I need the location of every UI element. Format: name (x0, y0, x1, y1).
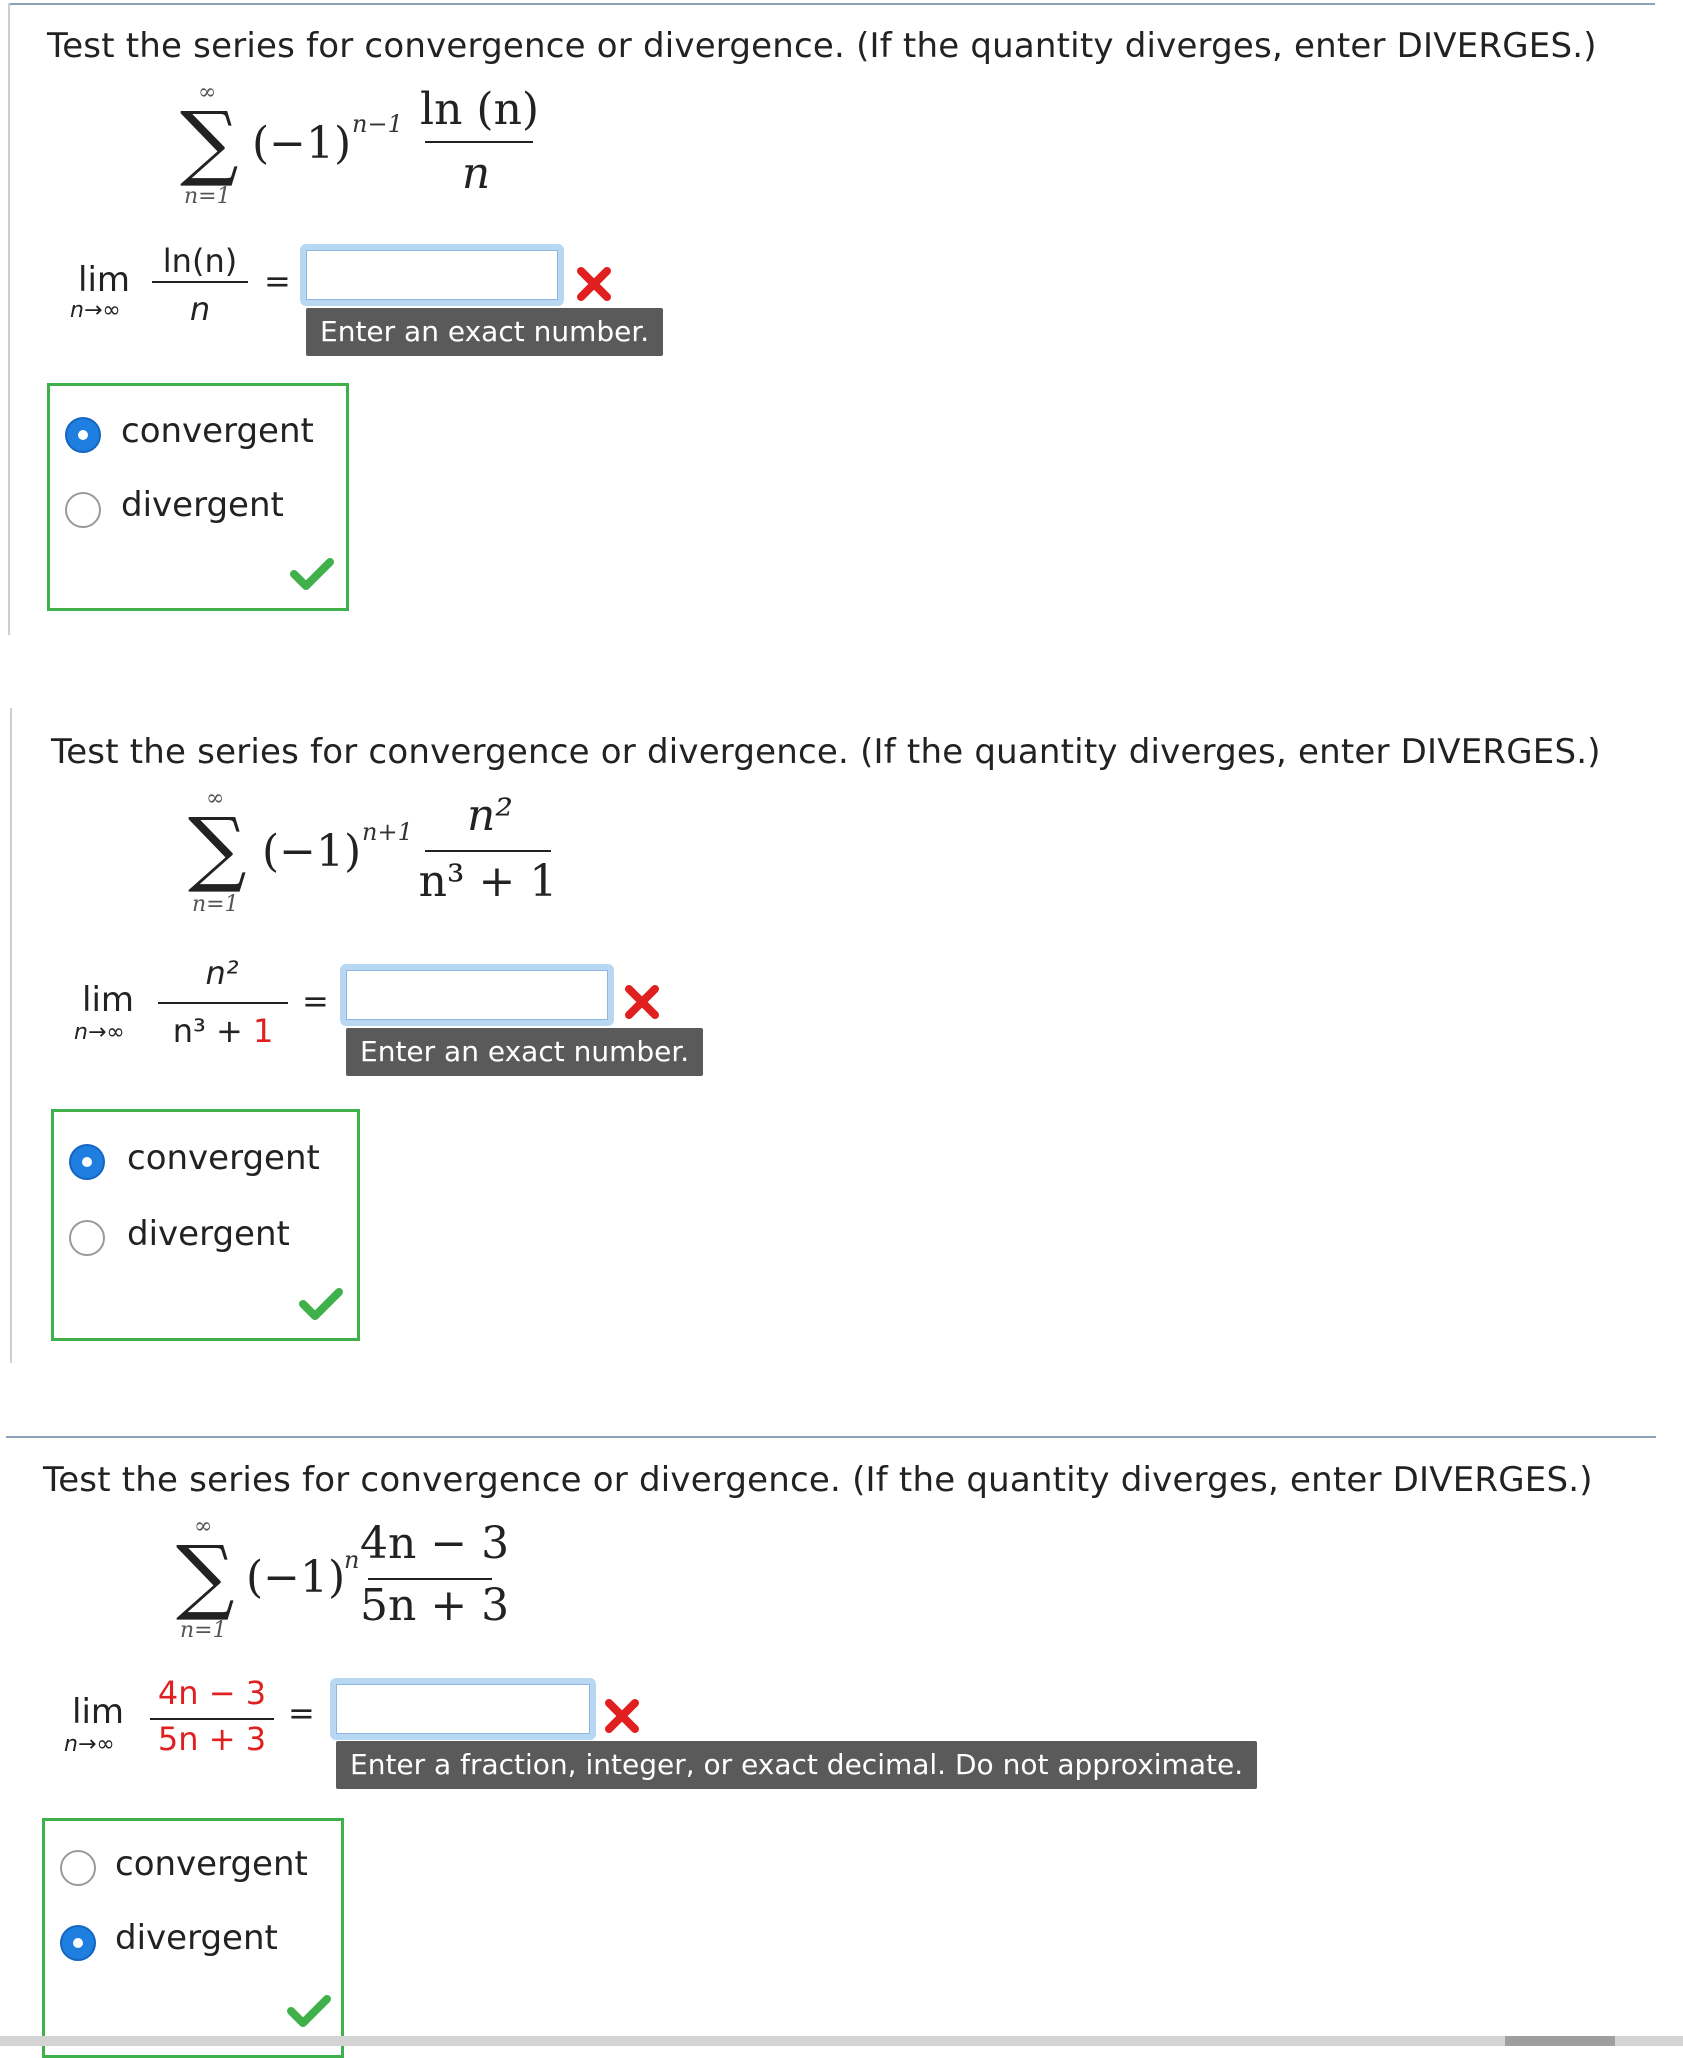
option-label-divergent: divergent (121, 485, 284, 525)
green-check-icon (287, 1995, 331, 2027)
choice-box: convergent divergent (47, 383, 349, 611)
radio-convergent[interactable] (69, 1144, 105, 1180)
sign-exponent: n−1 (352, 110, 403, 138)
radio-divergent[interactable] (69, 1220, 105, 1256)
sigma-symbol: ∑ (188, 801, 247, 896)
limit-word: lim (72, 1692, 125, 1732)
term-numerator: ln (n) (420, 84, 540, 135)
radio-divergent[interactable] (65, 492, 101, 528)
option-label-divergent: divergent (115, 1918, 278, 1958)
limit-subscript: n→∞ (70, 298, 121, 323)
sum-upper-limit: ∞ (206, 786, 225, 811)
limit-numerator: ln(n) (162, 242, 238, 280)
scrollbar-thumb[interactable] (1505, 2036, 1615, 2046)
sign-exponent: n+1 (362, 818, 413, 846)
limit-subscript: n→∞ (74, 1020, 125, 1045)
sign-base: (−1) (252, 118, 352, 169)
option-label-divergent: divergent (127, 1214, 290, 1254)
limit-answer-input[interactable] (300, 244, 564, 306)
limit-denominator-highlight: 1 (252, 1012, 274, 1050)
limit-answer-input[interactable] (330, 1678, 596, 1740)
option-label-convergent: convergent (127, 1138, 320, 1178)
term-denominator: 5n + 3 (360, 1580, 510, 1631)
sign-base: (−1) (262, 826, 362, 877)
left-border-problem-2 (10, 708, 12, 1363)
sum-lower-limit: n=1 (192, 892, 239, 917)
limit-answer-input[interactable] (340, 964, 614, 1026)
radio-convergent[interactable] (60, 1850, 96, 1886)
sign-base: (−1) (246, 1552, 346, 1603)
answer-hint: Enter a fraction, integer, or exact deci… (336, 1741, 1258, 1789)
limit-denominator: n (189, 290, 211, 328)
horizontal-scrollbar[interactable] (0, 2036, 1683, 2046)
problem-prompt: Test the series for convergence or diver… (47, 26, 1597, 66)
limit-numerator: n² (205, 954, 239, 992)
red-x-icon (625, 985, 659, 1019)
term-denominator: n (461, 148, 491, 199)
sum-upper-limit: ∞ (194, 1514, 213, 1539)
problem-prompt: Test the series for convergence or diver… (43, 1460, 1593, 1500)
term-denominator: n³ + 1 (418, 856, 558, 907)
radio-convergent[interactable] (65, 417, 101, 453)
choice-box: convergent divergent (42, 1818, 344, 2058)
sum-lower-limit: n=1 (184, 184, 231, 209)
radio-divergent[interactable] (60, 1925, 96, 1961)
top-divider (10, 3, 1655, 5)
divider-problem-3 (6, 1436, 1656, 1438)
limit-fraction-bar (152, 281, 248, 283)
option-label-convergent: convergent (121, 411, 314, 451)
red-x-icon (577, 267, 611, 301)
limit-denominator-main: n³ + (172, 1012, 243, 1050)
term-numerator: 4n − 3 (360, 1518, 510, 1569)
limit-subscript: n→∞ (64, 1732, 115, 1757)
sum-lower-limit: n=1 (180, 1618, 227, 1643)
sum-upper-limit: ∞ (198, 80, 217, 105)
answer-hint: Enter an exact number. (346, 1028, 704, 1076)
green-check-icon (290, 558, 334, 590)
sigma-symbol: ∑ (176, 1529, 235, 1624)
sign-exponent: n (344, 1546, 360, 1574)
equals-sign: = (288, 1694, 315, 1732)
limit-denominator: n³ + 1 (152, 1012, 294, 1050)
sigma-symbol: ∑ (180, 95, 239, 190)
green-check-icon (299, 1288, 343, 1320)
choice-box: convergent divergent (51, 1109, 360, 1341)
limit-fraction-bar (158, 1002, 288, 1004)
term-fraction-bar (425, 141, 533, 143)
limit-word: lim (82, 980, 135, 1020)
left-border-problem-1 (8, 3, 10, 635)
option-label-convergent: convergent (115, 1844, 308, 1884)
answer-hint: Enter an exact number. (306, 308, 664, 356)
red-x-icon (605, 1699, 639, 1733)
term-numerator: n² (467, 790, 513, 841)
equals-sign: = (264, 262, 291, 300)
limit-numerator: 4n − 3 (157, 1674, 267, 1712)
equals-sign: = (302, 982, 329, 1020)
limit-denominator: 5n + 3 (157, 1720, 267, 1758)
limit-word: lim (78, 260, 131, 300)
term-fraction-bar (425, 850, 551, 852)
problem-prompt: Test the series for convergence or diver… (51, 732, 1601, 772)
